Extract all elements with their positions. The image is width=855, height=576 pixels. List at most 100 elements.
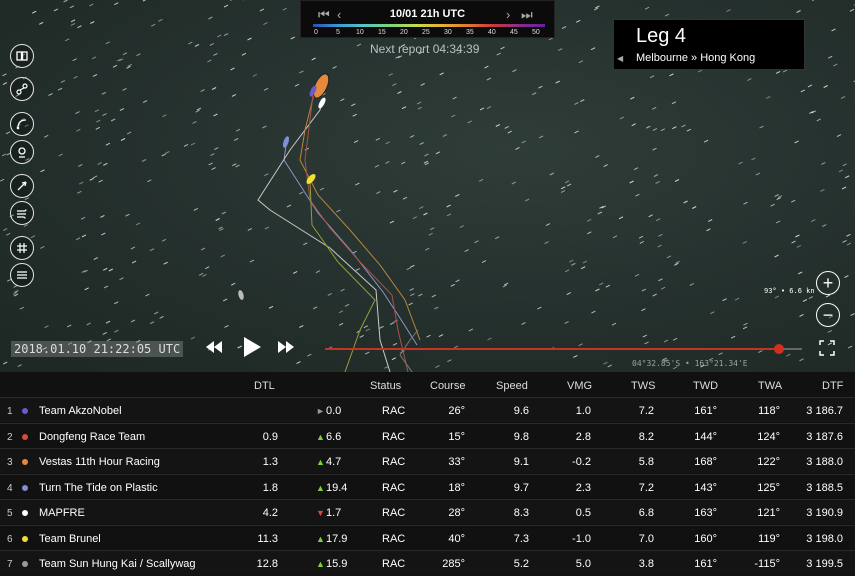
scale-label: 10 xyxy=(356,29,364,36)
cell-status: RAC xyxy=(382,532,406,545)
header-vmg[interactable]: VMG xyxy=(567,380,592,392)
map-book-icon[interactable] xyxy=(10,44,34,68)
boat-scallywag[interactable] xyxy=(237,290,244,301)
cell-team[interactable]: Team Sun Hung Kai / Scallywag xyxy=(39,558,196,570)
track-mapfre xyxy=(257,97,391,372)
header-dtf[interactable]: DTF xyxy=(822,380,843,392)
cell-tws: 7.2 xyxy=(638,405,654,417)
fullscreen-icon[interactable] xyxy=(819,340,835,356)
cell-tws: 6.8 xyxy=(638,507,654,519)
wind-speed-scale xyxy=(313,24,545,27)
wind-direction-icon[interactable] xyxy=(10,174,34,198)
route-icon[interactable] xyxy=(10,77,34,101)
cell-vmg: 1.0 xyxy=(575,405,591,417)
cell-course: 15° xyxy=(448,430,465,443)
cell-speed: 9.7 xyxy=(513,481,529,494)
boat-mapfre[interactable] xyxy=(317,97,327,110)
cell-change: 15.9 xyxy=(326,558,348,570)
cell-change: 6.6 xyxy=(326,430,342,443)
cell-vmg: -1.0 xyxy=(572,532,591,545)
table-row[interactable]: 4 Turn The Tide on Plastic ▲ 19.4 1.8 RAC 18° 9… xyxy=(0,473,855,499)
cell-dtf: 3 198.0 xyxy=(806,532,843,545)
report-date: 10/01 21h UTC xyxy=(389,8,466,20)
cell-team[interactable]: Turn The Tide on Plastic xyxy=(39,482,158,494)
cell-twd: 161° xyxy=(694,558,717,570)
zoom-in-button[interactable]: + xyxy=(816,271,840,295)
header-twd[interactable]: TWD xyxy=(693,380,718,392)
table-row[interactable]: 2 Dongfeng Race Team ▲ 6.6 0.9 RAC 15° 9.8 2.8 8.… xyxy=(0,422,855,448)
cell-twd: 168° xyxy=(694,456,717,468)
cell-tws: 7.2 xyxy=(638,481,654,494)
cell-speed: 9.8 xyxy=(513,430,529,443)
team-color-dot xyxy=(22,484,28,491)
table-row[interactable]: 3 Vestas 11th Hour Racing ▲ 4.7 1.3 RAC 33° 9.1… xyxy=(0,448,855,473)
collapse-arrow-icon[interactable]: ◀ xyxy=(617,54,623,63)
boat-vestas[interactable] xyxy=(310,72,332,101)
header-twa[interactable]: TWA xyxy=(758,380,782,392)
cell-course: 285° xyxy=(442,558,465,570)
next-report-button[interactable]: › xyxy=(506,7,510,22)
cell-vmg: -0.2 xyxy=(572,456,591,468)
cell-dtl: 12.8 xyxy=(256,558,278,570)
cell-rank: 5 xyxy=(7,508,13,519)
cell-tws: 7.0 xyxy=(638,532,654,545)
header-tws[interactable]: TWS xyxy=(631,380,655,392)
fast-forward-button[interactable] xyxy=(278,340,294,358)
time-navigator: ⏮ ‹ 10/01 21h UTC › ⏭ 0 5 10 15 20 25 30… xyxy=(300,0,555,38)
scale-label: 45 xyxy=(510,29,518,36)
table-row[interactable]: 6 Team Brunel ▲ 17.9 11.3 RAC 40° 7.3 -1.0 7.0 160… xyxy=(0,524,855,550)
cell-status: RAC xyxy=(382,430,406,443)
playback-handle[interactable] xyxy=(774,344,784,354)
cell-dtl: 1.8 xyxy=(262,481,278,494)
trend-icon: ▲ xyxy=(316,559,325,569)
race-map[interactable]: ⏮ ‹ 10/01 21h UTC › ⏭ 0 5 10 15 20 25 30… xyxy=(0,0,855,372)
cell-twd: 161° xyxy=(694,405,717,417)
cell-course: 40° xyxy=(448,532,465,545)
track-icon[interactable] xyxy=(10,112,34,136)
track-vestas xyxy=(299,89,421,341)
header-course[interactable]: Course xyxy=(430,380,465,392)
playback-progress[interactable] xyxy=(325,348,780,350)
cell-team[interactable]: Team AkzoNobel xyxy=(39,405,122,417)
table-row[interactable]: 5 MAPFRE ▼ 1.7 4.2 RAC 28° 8.3 0.5 6.8 163° 121° 3 1… xyxy=(0,499,855,524)
cell-vmg: 0.5 xyxy=(575,507,591,519)
scale-label: 30 xyxy=(444,29,452,36)
scale-label: 25 xyxy=(422,29,430,36)
cell-rank: 3 xyxy=(7,457,13,468)
cell-rank: 7 xyxy=(7,559,13,570)
trend-icon: ▲ xyxy=(316,431,325,442)
team-color-dot xyxy=(22,535,28,542)
zoom-out-button[interactable]: − xyxy=(816,303,840,327)
cell-team[interactable]: Team Brunel xyxy=(39,533,101,545)
grid-icon[interactable] xyxy=(10,236,34,260)
team-color-dot xyxy=(22,510,28,516)
cell-dtf: 3 188.5 xyxy=(806,481,843,494)
scale-label: 35 xyxy=(466,29,474,36)
cell-twd: 144° xyxy=(694,430,717,443)
boat-center-icon[interactable] xyxy=(10,140,34,164)
cell-twd: 160° xyxy=(694,532,717,545)
table-row[interactable]: 7 Team Sun Hung Kai / Scallywag ▲ 15.9 12.8 R… xyxy=(0,550,855,575)
cell-speed: 5.2 xyxy=(513,558,529,570)
cell-change: 1.7 xyxy=(326,507,342,519)
header-speed[interactable]: Speed xyxy=(496,380,528,392)
leg-title: Leg 4 xyxy=(636,25,687,47)
rewind-button[interactable] xyxy=(206,340,222,358)
cell-status: RAC xyxy=(382,481,406,494)
header-status[interactable]: Status xyxy=(370,380,401,392)
cell-dtf: 3 187.6 xyxy=(806,430,843,443)
cell-course: 26° xyxy=(448,405,465,417)
play-button[interactable] xyxy=(243,337,261,362)
wind-layer-icon[interactable] xyxy=(10,201,34,225)
scale-label: 15 xyxy=(378,29,386,36)
leg-panel[interactable]: Leg 4 ◀ Melbourne » Hong Kong xyxy=(613,19,805,70)
header-dtl[interactable]: DTL xyxy=(254,380,275,392)
layers-icon[interactable] xyxy=(10,263,34,287)
last-report-button[interactable]: ⏭ xyxy=(521,7,533,23)
boat-turn-the-tide[interactable] xyxy=(282,136,290,149)
cell-team[interactable]: MAPFRE xyxy=(39,507,85,519)
cell-team[interactable]: Vestas 11th Hour Racing xyxy=(39,456,160,468)
cell-team[interactable]: Dongfeng Race Team xyxy=(39,431,145,443)
table-row[interactable]: 1 Team AkzoNobel ► 0.0 RAC 26° 9.6 1.0 7.2 161° 11… xyxy=(0,397,855,422)
cell-rank: 2 xyxy=(7,431,13,443)
